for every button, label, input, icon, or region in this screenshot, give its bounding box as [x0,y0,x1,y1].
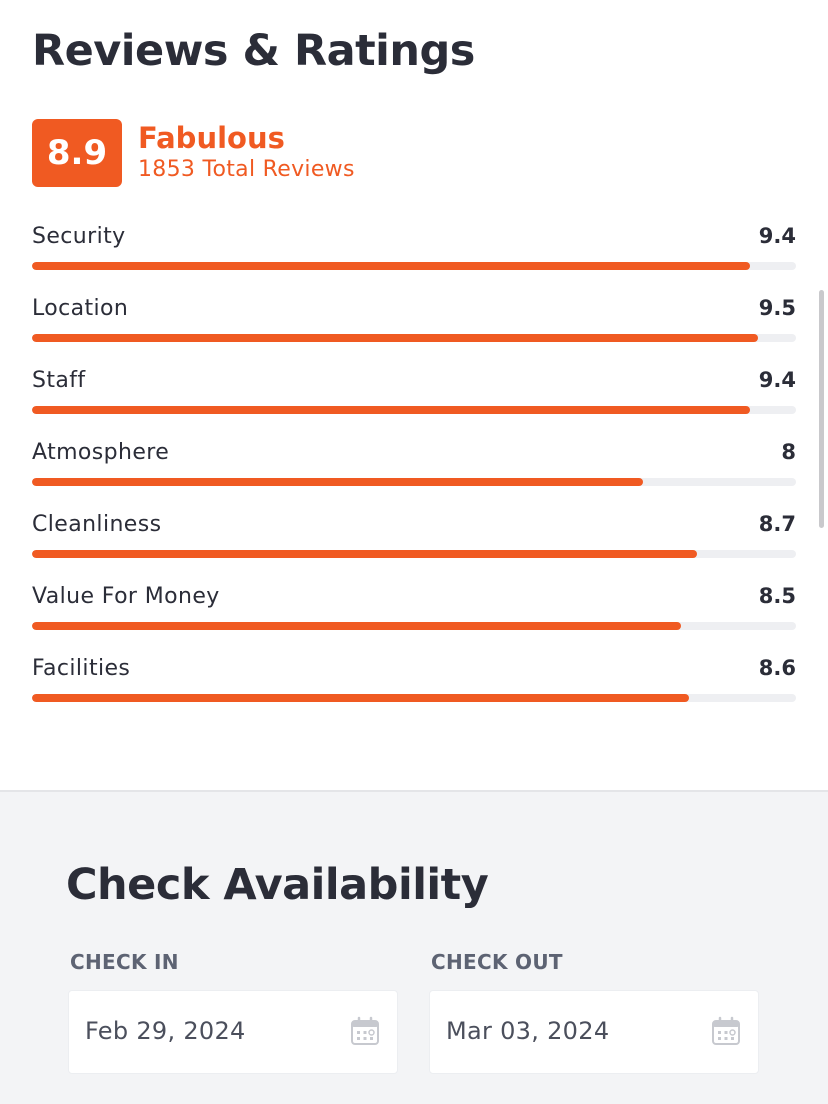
rating-bar-track [32,622,796,630]
calendar-icon[interactable] [349,1015,381,1047]
rating-bar-fill [32,694,690,702]
rating-row-value-for-money: Value For Money 8.5 [32,582,796,654]
check-availability-title: Check Availability [66,860,489,910]
rating-bar-fill [32,262,751,270]
rating-value: 8.6 [758,656,796,680]
rating-name: Cleanliness [32,512,162,537]
rating-row-cleanliness: Cleanliness 8.7 [32,510,796,582]
check-out-date-value: Mar 03, 2024 [446,1017,610,1045]
rating-row-atmosphere: Atmosphere 8 [32,438,796,510]
rating-name: Value For Money [32,584,220,609]
rating-bar-track [32,694,796,702]
rating-bar-track [32,478,796,486]
rating-bar-fill [32,478,644,486]
rating-value: 8.5 [758,584,796,608]
rating-value: 9.5 [758,296,796,320]
total-reviews-count[interactable]: 1853 Total Reviews [138,155,355,185]
check-in-date-field[interactable]: Feb 29, 2024 [68,990,398,1074]
reviews-title: Reviews & Ratings [32,26,475,76]
rating-name: Facilities [32,656,131,681]
overall-rating-label: Fabulous [138,121,285,155]
rating-bar-track [32,262,796,270]
rating-row-location: Location 9.5 [32,294,796,366]
check-out-date-field[interactable]: Mar 03, 2024 [429,990,759,1074]
check-in-date-value: Feb 29, 2024 [85,1017,246,1045]
calendar-icon[interactable] [710,1015,742,1047]
rating-row-staff: Staff 9.4 [32,366,796,438]
category-ratings-list: Security 9.4 Location 9.5 Staff 9.4 Atmo… [32,222,796,726]
rating-bar-fill [32,550,697,558]
rating-bar-fill [32,334,758,342]
page-scrollbar[interactable] [819,290,824,528]
rating-row-security: Security 9.4 [32,222,796,294]
rating-name: Security [32,224,126,249]
rating-name: Atmosphere [32,440,170,465]
rating-bar-fill [32,406,751,414]
rating-bar-track [32,334,796,342]
rating-name: Staff [32,368,86,393]
rating-bar-track [32,550,796,558]
rating-value: 8 [781,440,796,464]
check-availability-section: Check Availability CHECK IN Feb 29, 2024… [0,790,828,1104]
rating-name: Location [32,296,129,321]
rating-bar-track [32,406,796,414]
overall-score-badge: 8.9 [32,119,122,187]
check-out-label: CHECK OUT [431,950,563,974]
rating-row-facilities: Facilities 8.6 [32,654,796,726]
overall-rating-text: Fabulous 1853 Total Reviews [138,121,355,185]
rating-value: 9.4 [758,368,796,392]
check-in-label: CHECK IN [70,950,179,974]
reviews-section: Reviews & Ratings 8.9 Fabulous 1853 Tota… [0,0,828,790]
rating-value: 8.7 [758,512,796,536]
rating-bar-fill [32,622,682,630]
overall-rating: 8.9 Fabulous 1853 Total Reviews [32,118,355,188]
rating-value: 9.4 [758,224,796,248]
